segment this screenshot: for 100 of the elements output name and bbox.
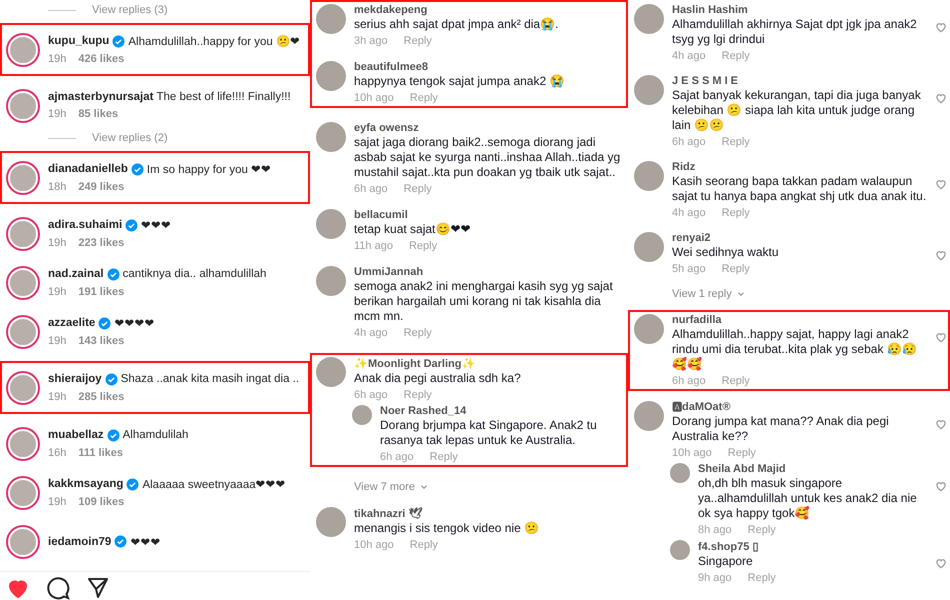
avatar-image[interactable] (634, 314, 664, 344)
avatar-image[interactable] (634, 4, 664, 34)
timestamp: 19h (48, 335, 66, 347)
avatar-image[interactable] (316, 209, 346, 239)
avatar-image[interactable] (634, 75, 664, 105)
username[interactable]: mekdakepeng (354, 4, 622, 16)
heart-icon[interactable] (934, 177, 948, 191)
username[interactable]: beautifulmee8 (354, 61, 622, 73)
username[interactable]: Ridz (672, 161, 930, 173)
username[interactable]: ajmasterbynursajat (48, 91, 154, 103)
comment-text: Im so happy for you ❤❤ (146, 163, 272, 176)
avatar-image[interactable] (8, 526, 38, 556)
comment-text: serius ahh sajat dpat jmpa ank² dia😭. (354, 17, 560, 32)
username[interactable]: nad.zainal (48, 268, 104, 280)
like-count[interactable]: 249 likes (78, 181, 124, 193)
timestamp: 10h ago (354, 92, 394, 104)
username[interactable]: 🅰daMOat® (672, 401, 930, 413)
heart-icon[interactable] (934, 330, 948, 344)
avatar-image[interactable] (316, 507, 346, 537)
view-more-link[interactable]: View 7 more (354, 481, 415, 493)
username[interactable]: f4.shop75 ▯ (698, 540, 930, 553)
avatar-image[interactable] (8, 316, 38, 346)
avatar-image[interactable] (634, 161, 664, 191)
avatar-image[interactable] (8, 268, 38, 298)
username[interactable]: Haslin Hashim (672, 4, 930, 16)
heart-icon[interactable] (934, 556, 948, 570)
like-count[interactable]: 426 likes (78, 53, 124, 65)
reply-button[interactable]: Reply (404, 35, 432, 47)
avatar-image[interactable] (670, 463, 690, 483)
like-count[interactable]: 109 likes (78, 496, 124, 508)
avatar-image[interactable] (634, 232, 664, 262)
username[interactable]: UmmiJannah (354, 266, 622, 278)
avatar-image[interactable] (316, 266, 346, 296)
reply-button[interactable]: Reply (404, 183, 432, 195)
avatar-image[interactable] (670, 540, 690, 560)
avatar-image[interactable] (8, 34, 38, 64)
heart-icon[interactable] (934, 91, 948, 105)
comment-icon[interactable] (46, 576, 70, 600)
username[interactable]: azzaelite (48, 317, 96, 329)
avatar-image[interactable] (8, 478, 38, 508)
avatar-image[interactable] (8, 90, 38, 120)
avatar-image[interactable] (316, 4, 346, 34)
username[interactable]: eyfa owensz (354, 122, 622, 134)
reply-button[interactable]: Reply (722, 207, 750, 219)
avatar-image[interactable] (316, 357, 346, 387)
timestamp: 4h ago (354, 327, 388, 339)
username[interactable]: renyai2 (672, 232, 930, 244)
like-count[interactable]: 111 likes (78, 446, 124, 458)
reply-button[interactable]: Reply (410, 539, 438, 551)
username[interactable]: dianadanielleb (48, 163, 128, 175)
reply-button[interactable]: Reply (722, 136, 750, 148)
avatar-image[interactable] (634, 401, 664, 431)
avatar-image[interactable] (316, 61, 346, 91)
avatar-image[interactable] (8, 218, 38, 248)
like-count[interactable]: 285 likes (78, 390, 124, 402)
like-count[interactable]: 191 likes (78, 286, 124, 298)
avatar-image[interactable] (8, 372, 38, 402)
like-count[interactable]: 223 likes (78, 237, 124, 249)
reply-button[interactable]: Reply (722, 263, 750, 275)
view-more-link[interactable]: View 1 reply (672, 288, 732, 300)
view-replies-link[interactable]: View replies (3) (92, 4, 168, 16)
username[interactable]: tikahnazri 🕊 (354, 507, 622, 520)
avatar-image[interactable] (8, 428, 38, 458)
reply-button[interactable]: Reply (722, 50, 750, 62)
like-count[interactable]: 85 likes (78, 108, 118, 120)
heart-icon[interactable] (934, 479, 948, 493)
reply-button[interactable]: Reply (722, 375, 750, 387)
reply-button[interactable]: Reply (748, 572, 776, 584)
reply-button[interactable]: Reply (410, 92, 438, 104)
username[interactable]: muabellaz (48, 429, 104, 441)
username[interactable]: kakkmsayang (48, 478, 124, 490)
reply-button[interactable]: Reply (404, 389, 432, 401)
heart-icon[interactable] (934, 20, 948, 34)
avatar-image[interactable] (8, 162, 38, 192)
username[interactable]: adira.suhaimi (48, 219, 122, 231)
reply-button[interactable]: Reply (748, 524, 776, 536)
reply-button[interactable]: Reply (408, 240, 438, 252)
heart-icon[interactable] (934, 417, 948, 431)
username[interactable]: kupu_kupu (48, 35, 110, 47)
username[interactable]: J E S S M I E (672, 75, 930, 87)
username[interactable]: shieraijoy (48, 373, 102, 385)
share-icon[interactable] (86, 576, 110, 600)
timestamp: 3h ago (354, 35, 388, 47)
reply-button[interactable]: Reply (404, 327, 432, 339)
reply-button[interactable]: Reply (728, 447, 756, 459)
timestamp: 19h (48, 496, 66, 508)
username[interactable]: nurfadilla (672, 314, 930, 326)
avatar-image[interactable] (316, 122, 346, 152)
avatar-image[interactable] (352, 405, 372, 425)
comment-text: happynya tengok sajat jumpa anak2 😭 (354, 74, 566, 89)
username[interactable]: ✨Moonlight Darling✨ (354, 357, 622, 370)
username[interactable]: iedamoin79 (48, 536, 112, 548)
comment-text: Anak dia pegi australia sdh ka? (354, 371, 522, 386)
view-replies-link[interactable]: View replies (2) (92, 132, 168, 144)
username[interactable]: Sheila Abd Majid (698, 463, 930, 475)
username[interactable]: Noer Rashed_14 (380, 405, 622, 417)
heart-icon[interactable] (934, 248, 948, 262)
reply-button[interactable]: Reply (430, 451, 458, 463)
username[interactable]: bellacumil (354, 209, 622, 221)
like-count[interactable]: 143 likes (78, 335, 124, 347)
